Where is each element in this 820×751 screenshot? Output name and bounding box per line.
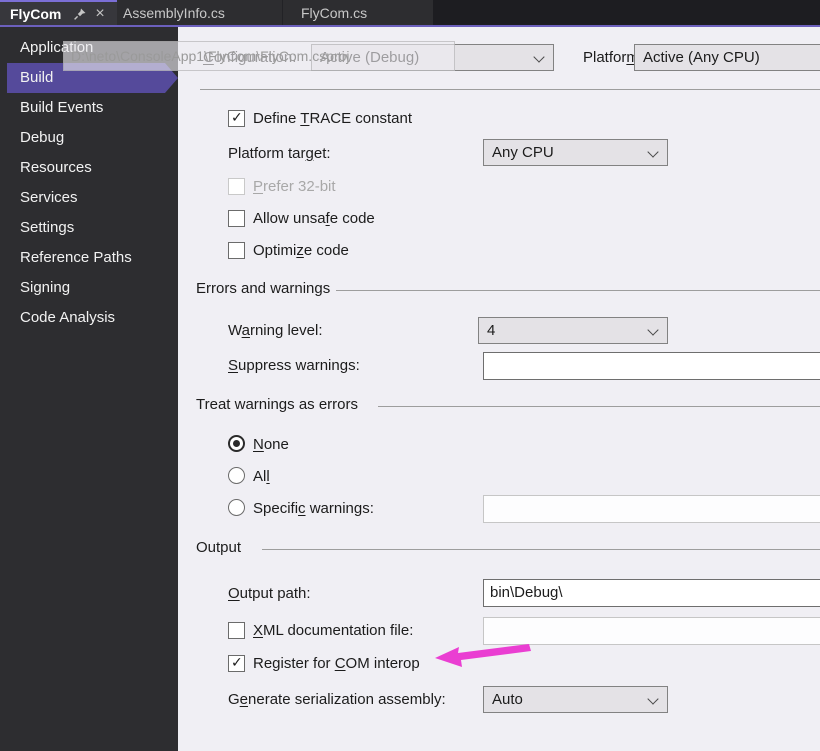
tab-assemblyinfo-label: AssemblyInfo.cs bbox=[123, 4, 225, 21]
treat-warnings-group-title: Treat warnings as errors bbox=[196, 396, 358, 413]
define-trace-label: Define TRACE constant bbox=[253, 110, 412, 127]
configuration-label: Configuration: bbox=[203, 49, 297, 66]
xml-doc-label: XML documentation file: bbox=[253, 622, 414, 639]
tab-flycom-cs[interactable]: FlyCom.cs bbox=[283, 0, 433, 25]
radio-specific-warnings[interactable] bbox=[228, 499, 245, 516]
sidebar-item-build-events[interactable]: Build Events bbox=[0, 93, 178, 123]
optimize-code-checkbox[interactable] bbox=[228, 242, 245, 259]
register-com-label: Register for COM interop bbox=[253, 655, 420, 672]
vs-project-properties-window: FlyCom × AssemblyInfo.cs FlyCom.cs Appli… bbox=[0, 0, 820, 751]
tab-flycom-label: FlyCom bbox=[10, 5, 62, 22]
specific-warnings-input bbox=[483, 495, 820, 523]
xml-doc-input bbox=[483, 617, 820, 645]
tab-assemblyinfo[interactable]: AssemblyInfo.cs bbox=[117, 0, 283, 25]
radio-none-label: None bbox=[253, 436, 289, 453]
configuration-dropdown[interactable]: Active (Debug) bbox=[311, 44, 554, 71]
warning-level-label: Warning level: bbox=[228, 322, 323, 339]
pin-icon[interactable] bbox=[73, 7, 87, 21]
optimize-code-label: Optimize code bbox=[253, 242, 349, 259]
platform-value: Active (Any CPU) bbox=[643, 49, 760, 66]
properties-sidebar: Application Build Build Events Debug Res… bbox=[0, 27, 178, 751]
output-group-title: Output bbox=[196, 539, 242, 556]
build-properties-page: Configuration: Active (Debug) Platform: … bbox=[178, 27, 820, 751]
sidebar-item-signing[interactable]: Signing bbox=[0, 273, 178, 303]
warning-level-dropdown[interactable]: 4 bbox=[478, 317, 668, 344]
output-path-input[interactable]: bin\Debug\ bbox=[483, 579, 820, 607]
document-tab-strip: FlyCom × AssemblyInfo.cs FlyCom.cs bbox=[0, 0, 820, 25]
group-divider bbox=[262, 549, 820, 550]
errors-warnings-group-title: Errors and warnings bbox=[196, 280, 331, 297]
sidebar-item-services[interactable]: Services bbox=[0, 183, 178, 213]
radio-specific-warnings-label: Specific warnings: bbox=[253, 500, 374, 517]
sidebar-item-debug[interactable]: Debug bbox=[0, 123, 178, 153]
configuration-value: Active (Debug) bbox=[320, 49, 420, 66]
prefer-32bit-checkbox bbox=[228, 178, 245, 195]
chevron-down-icon bbox=[647, 693, 659, 705]
section-divider bbox=[200, 89, 820, 90]
chevron-down-icon bbox=[647, 324, 659, 336]
sidebar-item-build[interactable]: Build bbox=[7, 63, 178, 93]
platform-dropdown[interactable]: Active (Any CPU) bbox=[634, 44, 820, 71]
warning-level-value: 4 bbox=[487, 322, 496, 339]
sidebar-item-resources[interactable]: Resources bbox=[0, 153, 178, 183]
group-divider bbox=[378, 406, 820, 407]
output-path-label: Output path: bbox=[228, 585, 311, 602]
tab-flycom-cs-label: FlyCom.cs bbox=[301, 4, 368, 21]
sidebar-item-reference-paths[interactable]: Reference Paths bbox=[0, 243, 178, 273]
tab-flycom[interactable]: FlyCom × bbox=[0, 0, 117, 25]
register-com-checkbox[interactable] bbox=[228, 654, 245, 672]
chevron-down-icon bbox=[647, 146, 659, 158]
group-divider bbox=[336, 290, 820, 291]
sidebar-item-code-analysis[interactable]: Code Analysis bbox=[0, 303, 178, 333]
close-icon[interactable]: × bbox=[95, 5, 104, 21]
suppress-warnings-label: Suppress warnings: bbox=[228, 357, 360, 374]
radio-all[interactable] bbox=[228, 467, 245, 484]
sidebar-item-application[interactable]: Application bbox=[0, 33, 178, 63]
generate-serialization-value: Auto bbox=[492, 691, 523, 708]
allow-unsafe-label: Allow unsafe code bbox=[253, 210, 375, 227]
generate-serialization-dropdown[interactable]: Auto bbox=[483, 686, 668, 713]
radio-all-label: All bbox=[253, 468, 270, 485]
generate-serialization-label: Generate serialization assembly: bbox=[228, 691, 446, 708]
sidebar-item-settings[interactable]: Settings bbox=[0, 213, 178, 243]
allow-unsafe-checkbox[interactable] bbox=[228, 210, 245, 227]
xml-doc-checkbox[interactable] bbox=[228, 622, 245, 639]
platform-target-label: Platform target: bbox=[228, 145, 331, 162]
platform-target-value: Any CPU bbox=[492, 144, 554, 161]
define-trace-checkbox[interactable] bbox=[228, 109, 245, 127]
annotation-arrow-icon bbox=[433, 643, 533, 674]
prefer-32bit-label: Prefer 32-bit bbox=[253, 178, 336, 195]
suppress-warnings-input[interactable] bbox=[483, 352, 820, 380]
chevron-down-icon bbox=[533, 51, 545, 63]
radio-none[interactable] bbox=[228, 435, 245, 452]
platform-target-dropdown[interactable]: Any CPU bbox=[483, 139, 668, 166]
